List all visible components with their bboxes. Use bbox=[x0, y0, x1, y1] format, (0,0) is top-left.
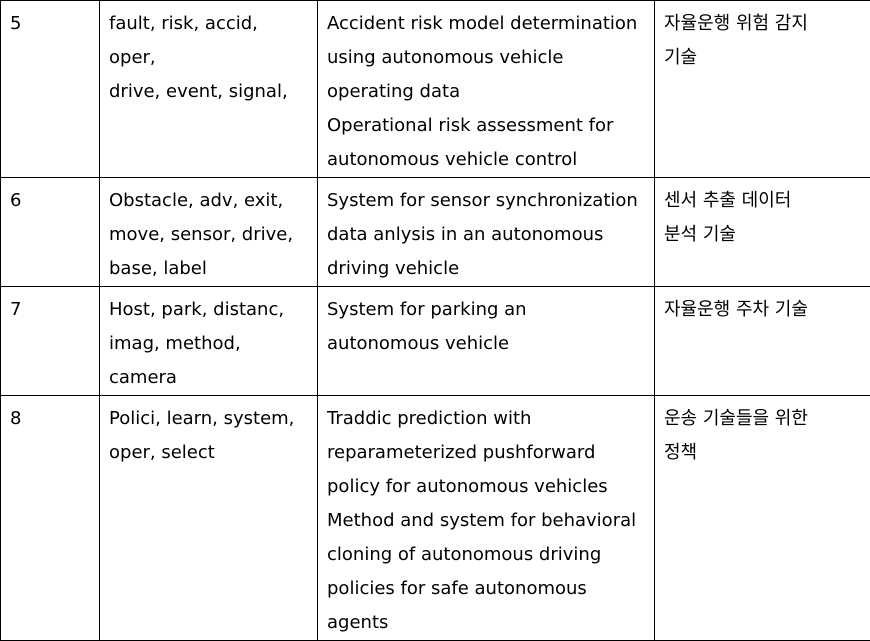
keywords-cell: Host, park, distanc, imag, method, camer… bbox=[100, 287, 318, 396]
korean-label-cell: 자율운행 주차 기술 bbox=[655, 287, 870, 396]
row-number: 6 bbox=[1, 178, 100, 287]
titles-cell: System for sensor synchronization data a… bbox=[318, 178, 655, 287]
row-number: 5 bbox=[1, 1, 100, 178]
korean-label-cell: 운송 기술들을 위한 정책 bbox=[655, 396, 870, 641]
table-row: 6 Obstacle, adv, exit, move, sensor, dri… bbox=[1, 178, 870, 287]
keywords-cell: fault, risk, accid, oper, drive, event, … bbox=[100, 1, 318, 178]
row-number: 8 bbox=[1, 396, 100, 641]
keywords-cell: Obstacle, adv, exit, move, sensor, drive… bbox=[100, 178, 318, 287]
topic-table: 5 fault, risk, accid, oper, drive, event… bbox=[0, 0, 870, 641]
titles-cell: System for parking an autonomous vehicle bbox=[318, 287, 655, 396]
korean-label-cell: 자율운행 위험 감지 기술 bbox=[655, 1, 870, 178]
table-row: 5 fault, risk, accid, oper, drive, event… bbox=[1, 1, 870, 178]
table-row: 7 Host, park, distanc, imag, method, cam… bbox=[1, 287, 870, 396]
table-row: 8 Polici, learn, system, oper, select Tr… bbox=[1, 396, 870, 641]
row-number: 7 bbox=[1, 287, 100, 396]
titles-cell: Traddic prediction with reparameterized … bbox=[318, 396, 655, 641]
keywords-cell: Polici, learn, system, oper, select bbox=[100, 396, 318, 641]
titles-cell: Accident risk model determination using … bbox=[318, 1, 655, 178]
korean-label-cell: 센서 추출 데이터 분석 기술 bbox=[655, 178, 870, 287]
